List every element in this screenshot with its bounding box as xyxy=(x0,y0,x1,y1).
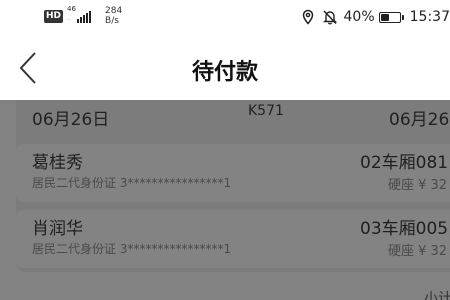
network-sub: .. xyxy=(67,15,71,22)
mute-bell-icon xyxy=(322,10,337,25)
passenger-row[interactable]: 肖润华 居民二代身份证 3****************1 03车厢005 硬… xyxy=(16,210,450,268)
passenger-seat: 02车厢081 xyxy=(360,153,449,173)
passenger-name: 肖润华 xyxy=(32,219,83,239)
passenger-price: 硬座 ¥ 32 xyxy=(388,244,448,259)
nav-bar: 待付款 xyxy=(0,36,450,100)
speed-value: 284 xyxy=(105,6,123,16)
arrive-date: 06月26日 xyxy=(389,110,450,130)
depart-date: 06月26日 xyxy=(32,110,110,130)
cellular-signal-icon: 46 .. xyxy=(67,5,101,25)
signal-bars xyxy=(77,9,92,23)
speed-unit: B/s xyxy=(105,16,119,26)
passenger-row[interactable]: 葛桂秀 居民二代身份证 3****************1 02车厢081 硬… xyxy=(16,144,450,202)
passenger-price: 硬座 ¥ 32 xyxy=(388,178,448,193)
passenger-id: 居民二代身份证 3****************1 xyxy=(32,242,232,256)
battery-percent: 40% xyxy=(343,9,375,25)
hd-badge: HD xyxy=(44,9,64,23)
passenger-name: 葛桂秀 xyxy=(32,153,83,173)
passenger-seat: 03车厢005 xyxy=(360,219,449,239)
status-right: 40% 15:37 xyxy=(300,9,450,25)
trip-card: 06月26日 K571 06月26日 葛桂秀 居民二代身份证 3********… xyxy=(16,100,450,272)
page-title: 待付款 xyxy=(191,60,258,85)
subtotal-label: 小计: xyxy=(424,291,450,300)
content-overlay: 06月26日 K571 06月26日 葛桂秀 居民二代身份证 3********… xyxy=(0,100,450,300)
battery-icon xyxy=(378,11,404,23)
clock: 15:37 xyxy=(409,9,450,25)
train-number: K571 xyxy=(248,103,284,119)
network-type: 46 xyxy=(67,5,76,13)
location-icon xyxy=(302,9,313,25)
passenger-id: 居民二代身份证 3****************1 xyxy=(32,176,232,190)
status-left: HD 46 .. 284 B/s xyxy=(44,5,122,26)
network-speed: 284 B/s xyxy=(105,6,122,26)
status-bar: HD 46 .. 284 B/s 40% 15:37 xyxy=(0,0,450,36)
